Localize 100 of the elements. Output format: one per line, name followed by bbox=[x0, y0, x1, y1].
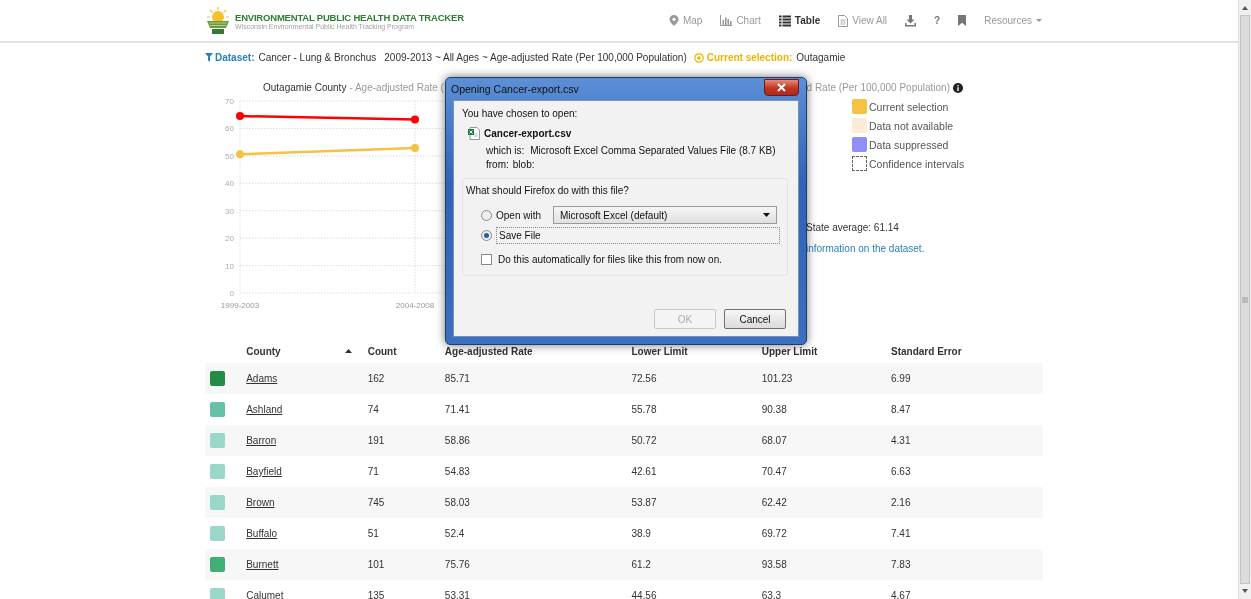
checkbox[interactable] bbox=[481, 254, 492, 265]
info-icon bbox=[953, 82, 963, 93]
table-cell: 162 bbox=[367, 373, 385, 384]
dataset-name: Cancer - Lung & Bronchus bbox=[258, 52, 377, 63]
county-link[interactable]: Burnett bbox=[246, 559, 279, 570]
chart-subtitle: d Rate (Per 100,000 Population) bbox=[806, 82, 950, 93]
bookmark-icon bbox=[958, 15, 967, 26]
column-header[interactable]: Lower Limit bbox=[631, 345, 688, 357]
county-link[interactable]: Barron bbox=[246, 435, 277, 446]
legend-label: Current selection bbox=[869, 100, 949, 113]
county-link[interactable]: Calumet bbox=[246, 590, 284, 599]
column-header[interactable]: Count bbox=[367, 345, 397, 357]
field-label: from: bbox=[486, 159, 509, 170]
legend-label: Data suppressed bbox=[869, 138, 949, 151]
download-icon bbox=[905, 14, 917, 27]
table-cell: 69.72 bbox=[761, 528, 787, 539]
table-cell: 70.47 bbox=[761, 466, 787, 477]
cancel-button[interactable]: Cancel bbox=[724, 309, 786, 329]
scroll-thumb[interactable] bbox=[1240, 15, 1250, 584]
county-link[interactable]: Bayfield bbox=[246, 466, 282, 477]
field-label: which is: bbox=[486, 145, 525, 156]
table-cell: 75.76 bbox=[444, 559, 470, 570]
table-cell: 53.87 bbox=[631, 497, 657, 508]
bookmark-button[interactable] bbox=[958, 15, 967, 26]
column-header[interactable]: County bbox=[246, 345, 281, 357]
dataset-info-link[interactable]: information on the dataset. bbox=[806, 243, 965, 254]
table-cell: 74 bbox=[367, 404, 379, 415]
radio-button[interactable] bbox=[481, 209, 492, 221]
checkbox-label[interactable]: Do this automatically for files like this from now on. bbox=[498, 254, 722, 265]
document-icon bbox=[838, 14, 849, 27]
table-cell: 38.9 bbox=[631, 528, 651, 539]
table-cell: 4.31 bbox=[891, 435, 911, 446]
radio-button[interactable] bbox=[481, 230, 492, 242]
x-tick-label: 1999-2003 bbox=[220, 301, 260, 310]
data-point[interactable] bbox=[411, 115, 419, 124]
y-tick-label: 70 bbox=[225, 97, 234, 106]
spreadsheet-file-icon bbox=[468, 127, 480, 140]
selection-value: Outagamie bbox=[796, 52, 846, 63]
y-tick-label: 10 bbox=[225, 261, 234, 271]
table-cell: 85.71 bbox=[444, 373, 470, 384]
table-cell: 58.86 bbox=[444, 435, 470, 446]
app-dropdown[interactable]: Microsoft Excel (default) bbox=[553, 206, 778, 225]
data-point[interactable] bbox=[236, 112, 244, 121]
chart-title: Outagamie County bbox=[263, 82, 347, 93]
file-source: blob: bbox=[512, 159, 535, 170]
table-cell: 44.56 bbox=[631, 590, 657, 599]
y-tick-label: 50 bbox=[225, 151, 234, 161]
county-link[interactable]: Ashland bbox=[246, 404, 283, 415]
site-title: ENVIRONMENTAL PUBLIC HEALTH DATA TRACKER bbox=[235, 11, 464, 23]
y-tick-label: 40 bbox=[225, 179, 234, 189]
bar-chart-icon bbox=[720, 15, 733, 26]
selection-label: Current selection: bbox=[706, 52, 793, 63]
table-cell: 101 bbox=[367, 559, 385, 570]
sort-ascending-icon[interactable] bbox=[344, 349, 352, 353]
table-cell: 6.63 bbox=[891, 466, 911, 477]
table-cell: 101.23 bbox=[761, 373, 793, 384]
nav-link[interactable]: ? bbox=[934, 15, 941, 26]
list-icon bbox=[778, 14, 791, 27]
table-cell: 63.3 bbox=[761, 590, 782, 599]
table-cell: 191 bbox=[367, 435, 385, 446]
download-button[interactable] bbox=[905, 14, 917, 27]
table-cell: 51 bbox=[367, 528, 379, 539]
chart-subtitle: - Age-adjusted Rate ( bbox=[349, 82, 444, 93]
table-cell: 71.41 bbox=[444, 404, 470, 415]
nav-link[interactable]: Table bbox=[778, 14, 821, 27]
table-cell: 8.47 bbox=[891, 404, 911, 415]
county-link[interactable]: Brown bbox=[246, 497, 275, 508]
table-cell: 6.99 bbox=[891, 373, 911, 384]
column-header[interactable]: Age-adjusted Rate bbox=[444, 345, 533, 357]
county-link[interactable]: Buffalo bbox=[246, 528, 278, 539]
table-cell: 7.41 bbox=[891, 528, 911, 539]
table-cell: 58.03 bbox=[444, 497, 470, 508]
table-cell: 71 bbox=[367, 466, 379, 477]
column-header[interactable]: Standard Error bbox=[891, 345, 962, 357]
column-header[interactable]: Upper Limit bbox=[761, 345, 818, 357]
dataset-label: Dataset: bbox=[215, 52, 255, 63]
table-cell: 2.16 bbox=[891, 497, 911, 508]
county-link[interactable]: Adams bbox=[246, 373, 278, 384]
legend-label: Data not available bbox=[869, 119, 954, 132]
y-tick-label: 30 bbox=[225, 206, 234, 216]
scrollbar[interactable] bbox=[1238, 0, 1251, 599]
sun-logo-icon bbox=[205, 6, 231, 35]
table-cell: 7.83 bbox=[891, 559, 911, 570]
group-heading: What should Firefox do with this file? bbox=[466, 185, 630, 196]
close-button[interactable] bbox=[764, 79, 799, 96]
pin-icon bbox=[668, 15, 679, 26]
legend-swatch bbox=[852, 156, 867, 171]
radio-label[interactable]: Save File bbox=[496, 227, 780, 245]
y-tick-label: 0 bbox=[229, 289, 234, 298]
y-tick-label: 20 bbox=[225, 234, 234, 244]
dialog-title: Opening Cancer-export.csv bbox=[451, 83, 579, 95]
file-type: Microsoft Excel Comma Separated Values File (8.7 KB) bbox=[529, 145, 776, 156]
table-cell: 72.56 bbox=[631, 373, 657, 384]
table-cell: 93.58 bbox=[761, 559, 787, 570]
table-cell: 55.78 bbox=[631, 404, 657, 415]
table-cell: 61.2 bbox=[631, 559, 651, 570]
x-tick-label: 2004-2008 bbox=[395, 301, 435, 310]
table-cell: 52.4 bbox=[444, 528, 465, 539]
legend-label: Confidence intervals bbox=[869, 157, 965, 170]
radio-label[interactable]: Open with bbox=[496, 209, 542, 221]
